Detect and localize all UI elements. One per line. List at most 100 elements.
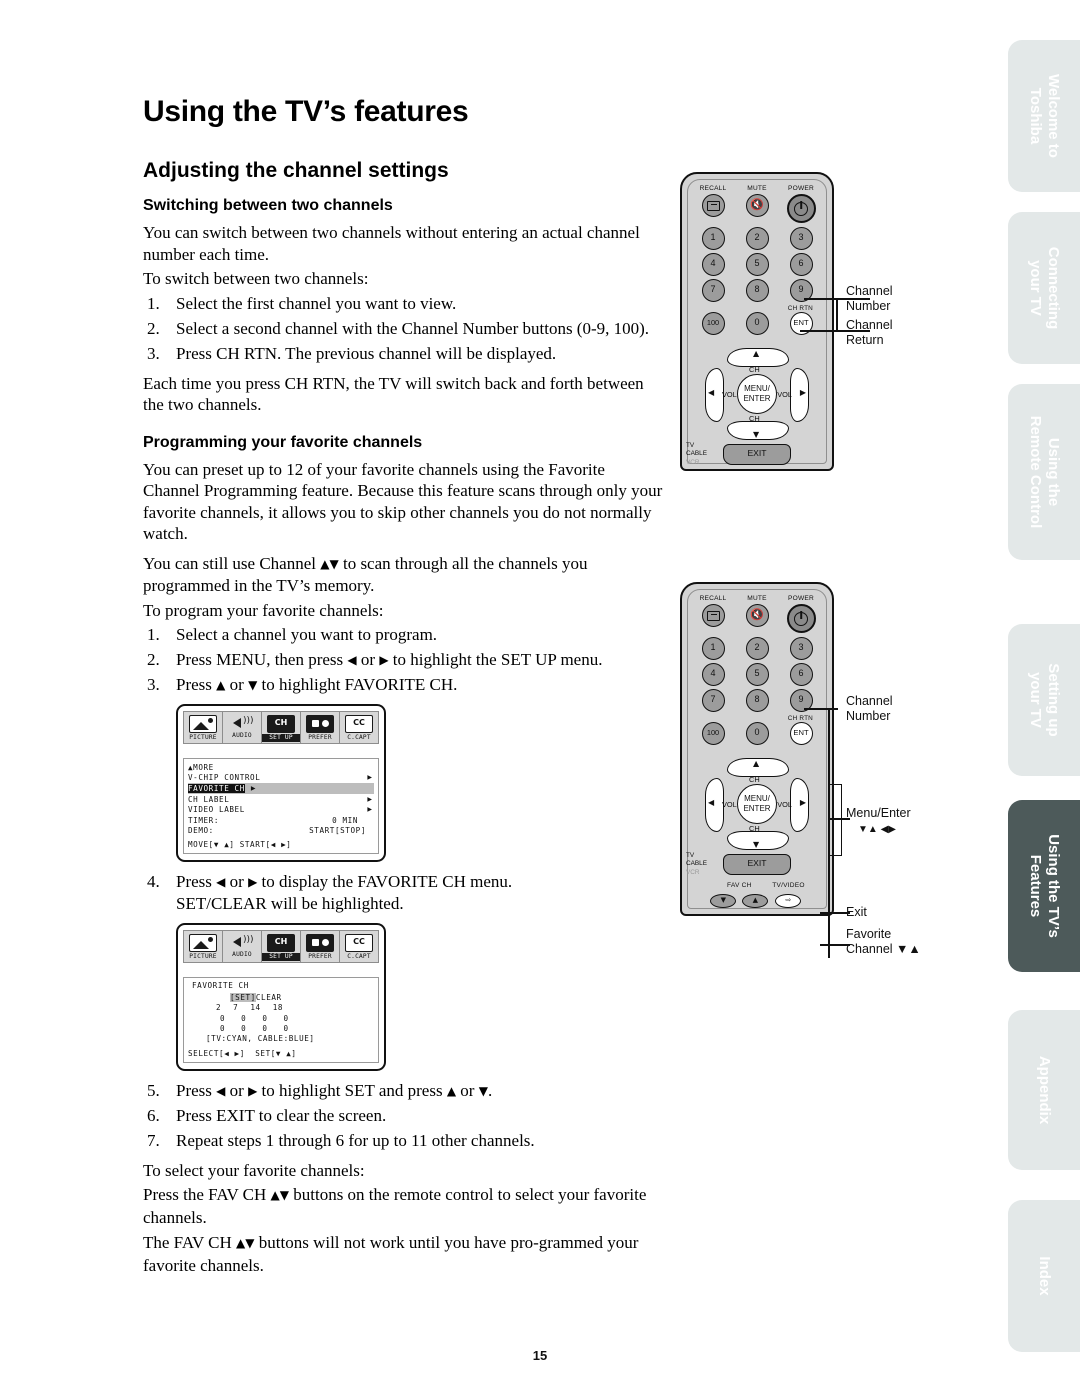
key-enter[interactable]: ENT [789, 722, 813, 745]
osd-channel-row: 0 0 0 0 [188, 1024, 374, 1035]
key-0[interactable]: 0 [745, 722, 769, 745]
key-7[interactable]: 7 [701, 689, 725, 712]
key-2[interactable]: 2 [745, 227, 769, 250]
sidebar-tab-using-the-tvs-features[interactable]: Using the TV’s Features [1008, 800, 1080, 972]
keypad-row: 4 5 6 [691, 253, 823, 276]
sidebar-tab-welcome-to-toshiba[interactable]: Welcome to Toshiba [1008, 40, 1080, 192]
left-arrow-glyph: ◀ [216, 1083, 226, 1098]
sidebar-tab-setting-up-your-tv[interactable]: Setting up your TV [1008, 624, 1080, 776]
ch-bottom-label: CH [749, 824, 760, 833]
audio-icon [229, 715, 255, 731]
right-arrow-icon: ▶ [799, 388, 806, 397]
tv-video-button[interactable]: ⇨ [775, 894, 802, 908]
source-switch[interactable]: TV CABLE VCR [686, 442, 707, 467]
sidebar-tab-index[interactable]: Index [1008, 1200, 1080, 1352]
select-p1-a: Press the FAV CH [143, 1185, 271, 1205]
mute-icon: 🔇 [745, 604, 769, 627]
vol-right-label: VOL [777, 800, 792, 809]
step-text: Select a second channel with the Channel… [176, 318, 650, 338]
menu-enter-button[interactable]: MENU/ ENTER [737, 784, 777, 824]
key-5[interactable]: 5 [745, 663, 769, 686]
source-switch[interactable]: TV CABLE VCR [686, 852, 707, 877]
key-1[interactable]: 1 [701, 637, 725, 660]
mute-button[interactable]: MUTE 🔇 [738, 185, 776, 223]
key-8[interactable]: 8 [745, 279, 769, 302]
select-paragraph-2: The FAV CH ▲▼ buttons will not work unti… [143, 1232, 663, 1276]
sidebar-tab-appendix[interactable]: Appendix [1008, 1010, 1080, 1170]
select-paragraph-1: Press the FAV CH ▲▼ buttons on the remot… [143, 1184, 663, 1228]
key-7[interactable]: 7 [701, 279, 725, 302]
callout-favorite-channel: Favorite Channel ▼▲ [846, 927, 921, 956]
osd-timer-value: 0 MIN [332, 815, 358, 825]
fav-ch-down-button[interactable]: ▼ [710, 894, 737, 908]
sidebar-tab-connecting-your-tv[interactable]: Connecting your TV [1008, 212, 1080, 364]
exit-button[interactable]: EXIT [723, 444, 791, 465]
key-3[interactable]: 3 [789, 637, 813, 660]
list-item: 5. Press ◀ or ▶ to highlight SET and pres… [147, 1080, 493, 1100]
callout-exit: Exit [846, 905, 867, 919]
key-8[interactable]: 8 [745, 689, 769, 712]
switch-cable-label: CABLE [686, 450, 707, 458]
osd-tab-setup: CH SET UP [262, 712, 301, 743]
key-5[interactable]: 5 [745, 253, 769, 276]
key-2[interactable]: 2 [745, 637, 769, 660]
prefer-icon [306, 715, 334, 733]
down-arrow-glyph: ▼ [248, 678, 258, 692]
key-4[interactable]: 4 [701, 253, 725, 276]
osd-tab-picture: PICTURE [184, 931, 223, 963]
key-0[interactable]: 0 [745, 312, 769, 335]
switch-tv-label: TV [686, 851, 695, 859]
switching-steps-list: 1. Select the first channel you want to v… [143, 293, 663, 365]
key-100[interactable]: 100 [701, 312, 725, 335]
menu-enter-button[interactable]: MENU/ ENTER [737, 374, 777, 414]
osd-setup-menu-screenshot: PICTURE AUDIO CH SET UP PREFER CC C.CAPT [176, 704, 386, 863]
fav-ch-up-button[interactable]: ▲ [742, 894, 769, 908]
key-1[interactable]: 1 [701, 227, 725, 250]
sidebar-tab-using-the-remote-control[interactable]: Using the Remote Control [1008, 384, 1080, 560]
vol-left-label: VOL [722, 800, 737, 809]
exit-button[interactable]: EXIT [723, 854, 791, 875]
ch-rtn-label: CH RTN [787, 715, 813, 722]
power-label: POWER [788, 595, 814, 602]
mute-button[interactable]: MUTE 🔇 [738, 595, 776, 633]
keypad-row: 1 2 3 [691, 227, 823, 250]
tab-line1: Appendix [1036, 1055, 1053, 1125]
tab-line2: your TV [1027, 672, 1044, 728]
up-arrow-glyph: ▲ [446, 1083, 457, 1098]
osd-row-label: VIDEO LABEL [188, 805, 245, 815]
left-arrow-glyph: ◀ [216, 875, 226, 890]
callout-line2: Number [846, 708, 891, 723]
tab-label: Setting up your TV [1026, 663, 1062, 736]
up-arrow-glyph: ▲ [216, 678, 226, 692]
favorite-lead-in: To program your favorite channels: [143, 600, 384, 620]
key-100[interactable]: 100 [701, 722, 725, 745]
recall-label: RECALL [699, 595, 727, 602]
recall-button[interactable]: RECALL [694, 595, 732, 633]
key-3[interactable]: 3 [789, 227, 813, 250]
osd-row-favorite-ch: FAVORITE CH ▶ [188, 783, 374, 794]
favorite-paragraph-2: You can still use Channel ▲▼ to scan thr… [143, 553, 663, 597]
key-6[interactable]: 6 [789, 253, 813, 276]
list-item: 6. Press EXIT to clear the screen. [147, 1105, 387, 1125]
step4-b: or [225, 872, 249, 892]
osd-clear-button: CLEAR [255, 992, 282, 1002]
manual-page: Using the TV’s features Adjusting the ch… [0, 0, 1080, 1397]
tab-label: Using the Remote Control [1026, 416, 1062, 529]
osd-channel-cell: 7 [233, 1003, 239, 1013]
callout-line1: Channel [846, 318, 893, 332]
key-6[interactable]: 6 [789, 663, 813, 686]
step5-c: to highlight SET and press [257, 1080, 447, 1100]
power-button[interactable]: POWER [782, 595, 820, 633]
osd-channel-cell: 0 [241, 1024, 247, 1034]
menu-line1: MENU/ [744, 794, 770, 803]
numeric-keypad: 1 2 3 4 5 6 7 8 9 CH RTN 100 0 ENT [682, 225, 832, 342]
key-4[interactable]: 4 [701, 663, 725, 686]
osd-row-label: FAVORITE CH [188, 783, 245, 793]
tab-line1: Connecting [1045, 246, 1062, 330]
leader-line [804, 708, 838, 710]
right-arrow-glyph: ▶ [379, 653, 389, 667]
power-button[interactable]: POWER [782, 185, 820, 223]
list-item: 3. Press CH RTN. The previous channel wil… [147, 343, 557, 363]
tab-line2: Remote Control [1027, 415, 1044, 529]
recall-button[interactable]: RECALL [694, 185, 732, 223]
